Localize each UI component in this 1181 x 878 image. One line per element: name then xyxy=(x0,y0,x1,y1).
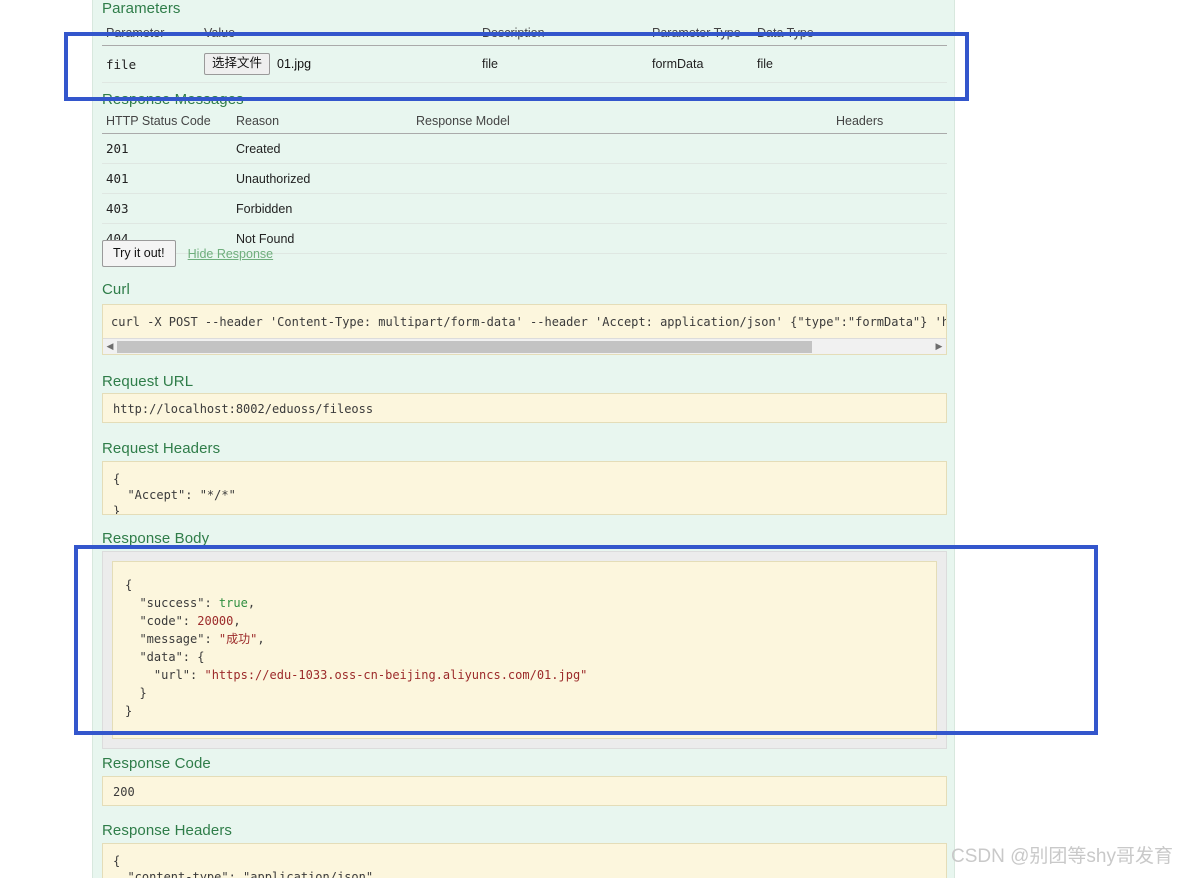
col-http-status-code: HTTP Status Code xyxy=(102,110,232,134)
file-input[interactable]: 选择文件 01.jpg xyxy=(204,53,311,75)
table-row: 201 Created xyxy=(102,133,947,164)
request-headers-heading: Request Headers xyxy=(102,440,221,457)
curl-heading: Curl xyxy=(102,281,130,298)
col-headers: Headers xyxy=(832,110,947,134)
json-key-data: "data": { xyxy=(125,650,205,664)
action-bar: Try it out! Hide Response xyxy=(102,240,273,267)
response-body-container: { "success": true, "code": 20000, "messa… xyxy=(102,551,947,749)
status-reason: Created xyxy=(232,133,412,164)
param-name: file xyxy=(102,45,200,83)
col-parameter-type: Parameter Type xyxy=(648,22,753,46)
response-headers-value: { "content-type": "application/json", xyxy=(102,843,947,878)
param-value-cell: 选择文件 01.jpg xyxy=(200,45,478,83)
status-code: 201 xyxy=(102,133,232,164)
status-model xyxy=(412,133,832,164)
scrollbar-thumb[interactable] xyxy=(117,341,812,353)
request-url-heading: Request URL xyxy=(102,373,194,390)
selected-file-name: 01.jpg xyxy=(277,57,312,71)
response-messages-table: HTTP Status Code Reason Response Model H… xyxy=(102,110,947,254)
hide-response-link[interactable]: Hide Response xyxy=(188,247,273,261)
json-comma: , xyxy=(257,632,265,646)
status-reason: Forbidden xyxy=(232,193,412,224)
parameters-heading: Parameters xyxy=(102,0,181,17)
csdn-watermark: CSDN @别团等shy哥发育 xyxy=(951,846,1173,867)
json-value-code: 20000 xyxy=(197,614,234,628)
response-messages-heading: Response Messages xyxy=(102,91,244,108)
status-code: 403 xyxy=(102,193,232,224)
col-reason: Reason xyxy=(232,110,412,134)
parameters-table: Parameter Value Description Parameter Ty… xyxy=(102,22,947,83)
scroll-left-arrow[interactable]: ◀ xyxy=(103,339,117,354)
scroll-right-arrow[interactable]: ▶ xyxy=(932,339,946,354)
table-row: 403 Forbidden xyxy=(102,193,947,224)
curl-block: curl -X POST --header 'Content-Type: mul… xyxy=(102,304,947,355)
col-response-model: Response Model xyxy=(412,110,832,134)
json-value-success: true xyxy=(218,596,248,610)
response-messages-header-row: HTTP Status Code Reason Response Model H… xyxy=(102,110,947,134)
swagger-operation-panel: Parameters Parameter Value Description P… xyxy=(92,0,955,878)
param-data-type: file xyxy=(753,45,947,83)
response-body-heading: Response Body xyxy=(102,530,210,547)
param-description: file xyxy=(478,45,648,83)
col-value: Value xyxy=(200,22,478,46)
json-comma: , xyxy=(233,614,241,628)
try-it-out-button[interactable]: Try it out! xyxy=(102,240,176,267)
table-row: file 选择文件 01.jpg file formData file xyxy=(102,45,947,83)
status-model xyxy=(412,163,832,194)
parameters-table-header-row: Parameter Value Description Parameter Ty… xyxy=(102,22,947,46)
json-key-code: "code": xyxy=(125,614,198,628)
json-comma: , xyxy=(247,596,256,610)
json-key-message: "message": xyxy=(125,632,219,646)
json-value-message: "成功" xyxy=(218,632,258,646)
response-code-value: 200 xyxy=(102,776,947,806)
response-headers-heading: Response Headers xyxy=(102,822,233,839)
json-close-outer: } xyxy=(125,704,133,718)
json-value-url: "https://edu-1033.oss-cn-beijing.aliyunc… xyxy=(204,668,588,682)
param-type: formData xyxy=(648,45,753,83)
col-data-type: Data Type xyxy=(753,22,947,46)
curl-command-text: curl -X POST --header 'Content-Type: mul… xyxy=(111,315,946,329)
status-headers xyxy=(832,193,947,224)
choose-file-button[interactable]: 选择文件 xyxy=(204,53,271,75)
page-root: Parameters Parameter Value Description P… xyxy=(0,0,1181,878)
status-model xyxy=(412,223,832,254)
status-headers xyxy=(832,163,947,194)
json-open-brace: { xyxy=(125,578,133,592)
status-headers xyxy=(832,223,947,254)
json-key-success: "success": xyxy=(125,596,219,610)
col-description: Description xyxy=(478,22,648,46)
col-parameter: Parameter xyxy=(102,22,200,46)
curl-horizontal-scrollbar[interactable]: ◀ ▶ xyxy=(103,338,946,354)
status-reason: Unauthorized xyxy=(232,163,412,194)
response-body-json: { "success": true, "code": 20000, "messa… xyxy=(112,561,937,739)
status-model xyxy=(412,193,832,224)
status-code: 401 xyxy=(102,163,232,194)
request-url-value: http://localhost:8002/eduoss/fileoss xyxy=(102,393,947,423)
json-key-url: "url": xyxy=(125,668,205,682)
request-headers-value: { "Accept": "*/*" } xyxy=(102,461,947,515)
table-row: 401 Unauthorized xyxy=(102,163,947,194)
status-headers xyxy=(832,133,947,164)
response-code-heading: Response Code xyxy=(102,755,211,772)
json-close-inner: } xyxy=(125,686,147,700)
